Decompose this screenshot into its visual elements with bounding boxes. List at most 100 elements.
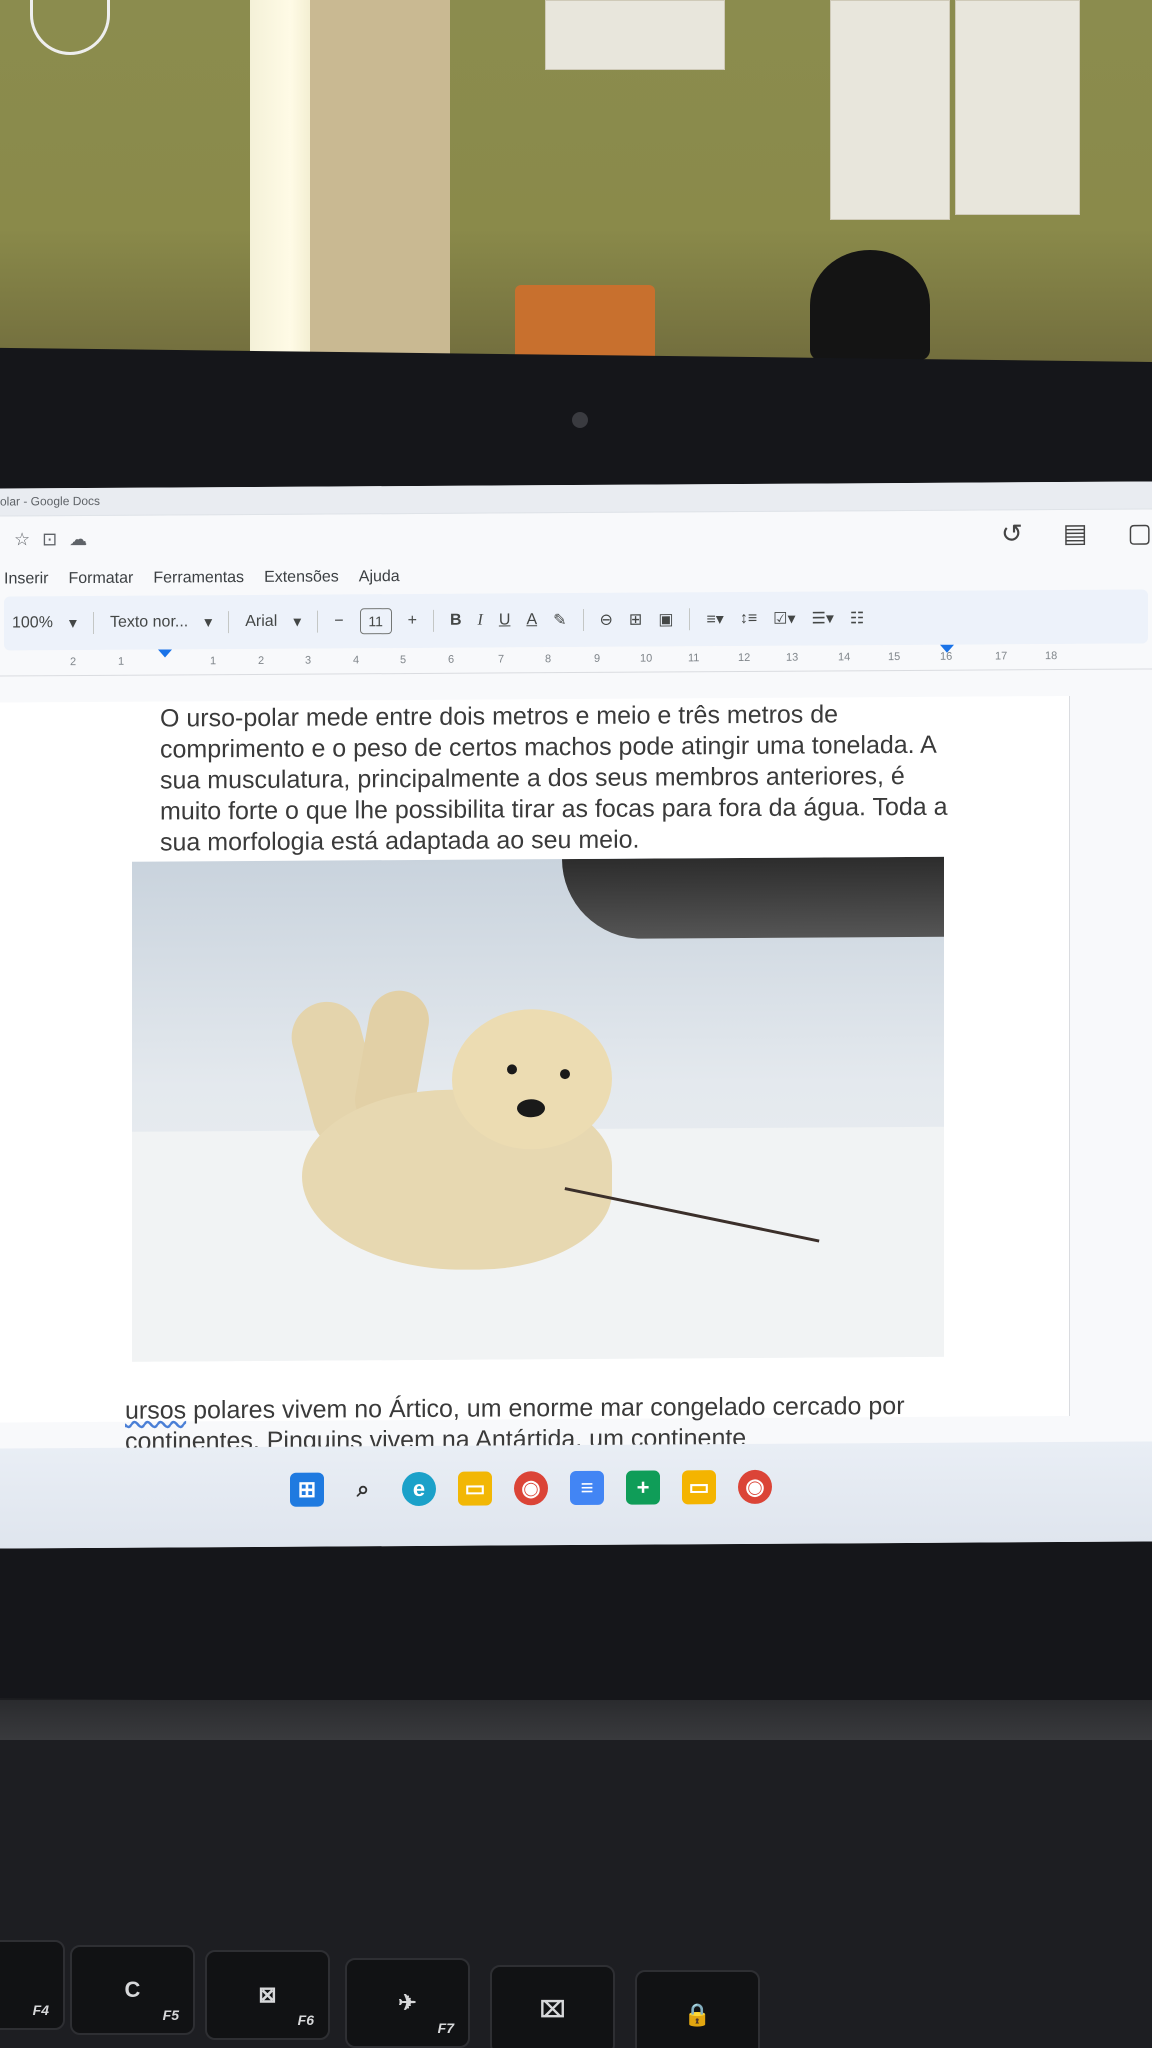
decrease-font-button[interactable]: − — [334, 612, 343, 630]
lock-icon: 🔒 — [683, 2002, 712, 2027]
airplane-icon: ✈ — [398, 1990, 417, 2015]
room-background — [0, 0, 1152, 380]
ruler-tick: 17 — [995, 650, 1008, 663]
key-f6[interactable]: ⊠ F6 — [205, 1950, 330, 2040]
font-size-input[interactable]: 11 — [359, 608, 392, 635]
increase-font-button[interactable]: + — [408, 612, 417, 630]
font-select[interactable]: Arial — [245, 613, 277, 631]
ruler-tick: 4 — [353, 654, 360, 667]
font-chevron-icon[interactable]: ▾ — [293, 612, 301, 632]
ruler-tick: 3 — [305, 654, 312, 667]
file-explorer-icon[interactable]: ▭ — [458, 1471, 492, 1506]
key-f4[interactable]: F4 — [0, 1940, 65, 2030]
menu-extensions[interactable]: Extensões — [264, 568, 339, 586]
bear-face — [452, 1008, 612, 1150]
bold-button[interactable]: B — [450, 612, 462, 630]
ruler-tick: 12 — [738, 651, 751, 665]
ruler-tick: 2 — [258, 654, 265, 667]
meet-icon[interactable]: ▢ — [1127, 517, 1152, 548]
format-toolbar: 100% ▾ Texto nor... ▾ Arial ▾ − 11 + B I… — [4, 589, 1148, 651]
toolbar-divider — [432, 609, 434, 632]
numbered-list-icon[interactable]: ☷ — [850, 608, 864, 628]
orange-chair — [515, 285, 655, 365]
chrome-icon[interactable]: ◉ — [738, 1469, 772, 1505]
star-icon[interactable]: ☆ — [14, 529, 30, 550]
chrome-icon[interactable]: ◉ — [514, 1471, 548, 1506]
toolbar-divider — [689, 608, 691, 631]
comments-icon[interactable]: ▤ — [1063, 518, 1088, 549]
paragraph-1[interactable]: O urso-polar mede entre dois metros e me… — [160, 699, 960, 859]
photo-scene: olar - Google Docs ☆ ⊡ ☁ ↺ ▤ ▢ Inserir F… — [0, 0, 1152, 2048]
taskbar-icons: ⊞ ⌕ e ▭ ◉ ≡ + ▭ ◉ — [290, 1469, 772, 1507]
cloud-status-icon: ☁ — [69, 528, 88, 549]
doc-icon-row: ☆ ⊡ ☁ ↺ ▤ ▢ — [0, 509, 1152, 562]
key-label: F4 — [32, 2002, 49, 2018]
menu-help[interactable]: Ajuda — [359, 568, 400, 586]
key-f9[interactable]: 🔒 — [635, 1970, 760, 2048]
menu-tools[interactable]: Ferramentas — [153, 569, 244, 588]
toolbar-divider — [92, 611, 94, 634]
webcam — [572, 412, 588, 428]
windows-start-icon[interactable]: ⊞ — [290, 1472, 324, 1507]
dark-rock — [562, 856, 944, 940]
wall-poster — [830, 0, 950, 220]
ceiling-lamp — [30, 0, 110, 55]
style-select[interactable]: Texto nor... — [110, 613, 188, 631]
toolbar-divider — [582, 608, 584, 631]
ruler-tick: 10 — [640, 652, 653, 665]
bear-nose — [517, 1099, 545, 1118]
edge-icon[interactable]: e — [402, 1471, 436, 1507]
document-page[interactable]: O urso-polar mede entre dois metros e me… — [0, 695, 1070, 1423]
pillar — [310, 0, 450, 360]
google-sheets-icon[interactable]: + — [626, 1470, 660, 1505]
italic-button[interactable]: I — [478, 612, 483, 630]
add-comment-icon[interactable]: ⊞ — [629, 610, 642, 630]
spellcheck-word[interactable]: ursos — [125, 1396, 186, 1424]
checklist-icon[interactable]: ☑▾ — [773, 609, 795, 629]
indent-marker[interactable] — [158, 649, 172, 658]
move-folder-icon[interactable]: ⊡ — [42, 529, 57, 550]
highlight-pen-icon[interactable]: ✎ — [553, 610, 566, 630]
ruler-tick: 2 — [70, 656, 77, 669]
menu-insert[interactable]: Inserir — [4, 570, 48, 588]
toolbar-divider — [317, 610, 319, 633]
text-color-button[interactable]: A — [526, 611, 537, 629]
ruler-tick: 16 — [940, 650, 953, 663]
bear-eye — [507, 1064, 517, 1075]
ruler-tick: 8 — [545, 653, 552, 666]
key-label: F7 — [437, 2020, 454, 2036]
ruler-tick: 15 — [888, 651, 901, 664]
style-chevron-icon[interactable]: ▾ — [204, 612, 212, 632]
align-icon[interactable]: ≡▾ — [706, 609, 723, 629]
link-icon[interactable]: ⊖ — [600, 610, 613, 630]
google-slides-icon[interactable]: ▭ — [682, 1470, 716, 1505]
bulleted-list-icon[interactable]: ☰▾ — [812, 608, 834, 628]
menu-format[interactable]: Formatar — [68, 570, 133, 588]
key-f7[interactable]: ✈ F7 — [345, 1958, 470, 2048]
refresh-icon: C — [124, 1977, 141, 2002]
ruler-tick: 11 — [688, 652, 700, 665]
ruler-tick: 1 — [210, 655, 217, 668]
key-f5[interactable]: C F5 — [70, 1945, 195, 2035]
camera-off-icon: ⌧ — [539, 1997, 566, 2022]
google-docs-icon[interactable]: ≡ — [570, 1470, 604, 1506]
ruler-tick: 5 — [400, 654, 407, 667]
underline-button[interactable]: U — [499, 611, 511, 629]
wall-poster — [545, 0, 725, 70]
person-head — [810, 250, 930, 360]
polar-bear-image[interactable] — [132, 856, 944, 1362]
zoom-chevron-icon[interactable]: ▾ — [69, 613, 77, 633]
zoom-select[interactable]: 100% — [12, 614, 53, 632]
toolbar-divider — [228, 611, 230, 634]
key-label: F5 — [162, 2007, 179, 2023]
key-f8[interactable]: ⌧ — [490, 1965, 615, 2048]
line-spacing-icon[interactable]: ↕≡ — [740, 610, 757, 628]
version-history-icon[interactable]: ↺ — [1001, 518, 1023, 549]
insert-image-icon[interactable]: ▣ — [658, 609, 673, 629]
windows-taskbar: ⊞ ⌕ e ▭ ◉ ≡ + ▭ ◉ — [0, 1441, 1152, 1549]
ruler-tick: 9 — [594, 652, 601, 665]
laptop-screen: olar - Google Docs ☆ ⊡ ☁ ↺ ▤ ▢ Inserir F… — [0, 481, 1152, 1549]
search-icon[interactable]: ⌕ — [346, 1472, 380, 1506]
ruler-tick: 18 — [1045, 650, 1058, 663]
touchpad-off-icon: ⊠ — [258, 1982, 277, 2007]
